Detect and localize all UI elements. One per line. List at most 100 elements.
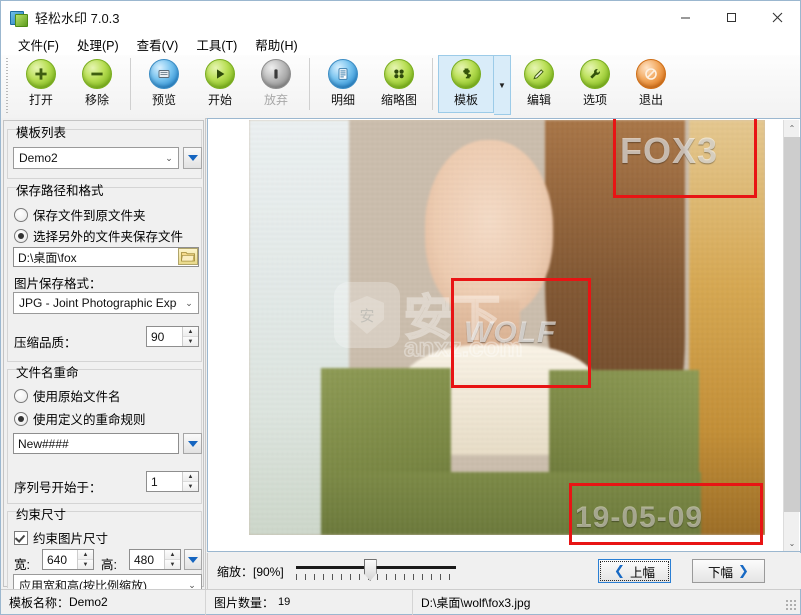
width-stepper[interactable]: 640 ▲ ▼ (42, 549, 94, 570)
toolbar-group-misc: 编辑 选项 退出 (511, 55, 679, 115)
window-controls (662, 1, 800, 33)
next-image-button[interactable]: 下幅 ❯ (692, 559, 765, 583)
radio-use-custom-rule[interactable]: 使用定义的重命规则 (14, 409, 146, 428)
scroll-down-icon[interactable]: ⌄ (784, 535, 800, 551)
toolbar-separator-3 (432, 58, 433, 110)
annotation-box-wolf (451, 278, 591, 388)
quality-stepper[interactable]: 90 ▲ ▼ (146, 326, 199, 347)
menu-process[interactable]: 处理(P) (68, 33, 128, 56)
toolbar-start-label: 开始 (207, 93, 232, 107)
radio-dot-icon (14, 411, 28, 426)
group-template-list-title: 模板列表 (16, 126, 67, 140)
toolbar-separator-1 (130, 58, 131, 110)
toolbar-abort-label: 放弃 (263, 93, 288, 107)
triangle-down-icon (188, 556, 198, 563)
toolbar-abort: 放弃 (248, 55, 304, 113)
radio-save-other-folder-label: 选择另外的文件夹保存文件 (33, 230, 184, 244)
toolbar-preview[interactable]: 预览 (136, 55, 192, 113)
stepper-up-icon[interactable]: ▲ (78, 550, 93, 560)
triangle-down-icon (187, 440, 198, 447)
format-label: 图片保存格式： (14, 277, 102, 291)
stepper-arrows[interactable]: ▲ ▼ (182, 327, 198, 346)
toolbar-details[interactable]: 明细 (315, 55, 371, 113)
zoom-slider-ticks (295, 574, 456, 580)
stepper-up-icon[interactable]: ▲ (165, 550, 180, 560)
stepper-arrows[interactable]: ▲ ▼ (77, 550, 93, 569)
toolbar-template-label: 模板 (453, 93, 478, 107)
toolbar-group-view: 明细 缩略图 (315, 55, 427, 115)
prev-image-button[interactable]: ❮ 上幅 (598, 559, 671, 583)
status-count-value: 19 (278, 596, 291, 608)
toolbar-thumbnails[interactable]: 缩略图 (371, 55, 427, 113)
chevron-down-icon[interactable]: ▼ (494, 55, 511, 115)
menu-file[interactable]: 文件(F) (9, 33, 68, 56)
template-dropdown-button[interactable] (183, 147, 202, 169)
rename-pattern-dropdown-button[interactable] (183, 433, 202, 454)
stop-circle-icon (261, 59, 291, 89)
title-bar: 轻松水印 7.0.3 (1, 1, 800, 33)
maximize-icon[interactable] (708, 1, 754, 33)
size-preset-dropdown-button[interactable] (184, 549, 202, 570)
wrench-circle-icon (580, 59, 610, 89)
toolbar-start[interactable]: 开始 (192, 55, 248, 113)
format-select[interactable]: JPG - Joint Photographic Experts ⌄ (13, 292, 199, 314)
radio-use-custom-rule-label: 使用定义的重命规则 (33, 413, 146, 427)
toolbar-open[interactable]: 打开 (13, 55, 69, 113)
checkbox-icon (14, 530, 28, 545)
stepper-down-icon[interactable]: ▼ (183, 337, 198, 346)
radio-use-original-name[interactable]: 使用原始文件名 (14, 386, 121, 405)
toolbar-remove-label: 移除 (84, 93, 109, 107)
chevron-down-icon: ⌄ (165, 152, 173, 163)
shield-glyph: 安 (350, 296, 384, 334)
toolbar-exit[interactable]: 退出 (623, 55, 679, 113)
folder-icon[interactable] (178, 248, 198, 265)
exit-circle-icon (636, 59, 666, 89)
stepper-down-icon[interactable]: ▼ (78, 560, 93, 569)
stepper-down-icon[interactable]: ▼ (165, 560, 180, 569)
stepper-down-icon[interactable]: ▼ (183, 482, 198, 491)
stepper-up-icon[interactable]: ▲ (183, 327, 198, 337)
radio-save-original-folder[interactable]: 保存文件到原文件夹 (14, 205, 146, 224)
toolbar-grip[interactable] (4, 58, 11, 113)
template-select[interactable]: Demo2 ⌄ (13, 147, 179, 169)
status-count: 图片数量： 19 (206, 589, 413, 615)
menu-tools[interactable]: 工具(T) (187, 33, 246, 56)
constrain-size-checkbox-label: 约束图片尺寸 (33, 532, 109, 546)
serial-start-stepper[interactable]: 1 ▲ ▼ (146, 471, 199, 492)
radio-save-other-folder[interactable]: 选择另外的文件夹保存文件 (14, 226, 183, 245)
zoom-toolbar: 缩放：[90%] ❮ 上幅 下幅 ❯ (207, 553, 801, 589)
scroll-up-icon[interactable]: ⌃ (784, 120, 800, 137)
minimize-icon[interactable] (662, 1, 708, 33)
status-count-label: 图片数量： (214, 595, 275, 610)
toolbar-edit[interactable]: 编辑 (511, 55, 567, 113)
constrain-size-checkbox[interactable]: 约束图片尺寸 (14, 528, 108, 547)
details-list-icon (328, 59, 358, 89)
toolbar-template[interactable]: 模板 (438, 55, 494, 113)
format-select-value: JPG - Joint Photographic Experts (19, 296, 177, 310)
stepper-arrows[interactable]: ▲ ▼ (164, 550, 180, 569)
image-preview-area[interactable]: FOX3 WOLF 19-05-09 安 安下 anxz.com ⌃ ⌄ (207, 118, 801, 552)
toolbar-options[interactable]: 选项 (567, 55, 623, 113)
height-stepper[interactable]: 480 ▲ ▼ (129, 549, 181, 570)
menu-view[interactable]: 查看(V) (128, 33, 188, 56)
zoom-slider[interactable] (295, 558, 456, 584)
menu-help[interactable]: 帮助(H) (246, 33, 306, 56)
rename-pattern-input[interactable]: New#### (13, 433, 179, 454)
app-logo-icon (10, 8, 28, 27)
status-template: 模板名称： Demo2 (1, 589, 206, 615)
rename-pattern-value: New#### (18, 436, 69, 451)
toolbar-remove[interactable]: 移除 (69, 55, 125, 113)
radio-use-original-name-label: 使用原始文件名 (33, 390, 121, 404)
serial-start-label: 序列号开始于： (14, 481, 102, 495)
preview-vertical-scrollbar[interactable]: ⌃ ⌄ (783, 120, 800, 551)
resize-grip[interactable] (785, 599, 797, 611)
stepper-up-icon[interactable]: ▲ (183, 472, 198, 482)
serial-start-value: 1 (151, 474, 158, 489)
save-path-input[interactable]: D:\桌面\fox (13, 247, 199, 267)
close-icon[interactable] (754, 1, 800, 33)
toolbar-details-label: 明细 (330, 93, 355, 107)
stepper-arrows[interactable]: ▲ ▼ (182, 472, 198, 491)
zoom-label: 缩放：[90%] (217, 564, 284, 579)
scrollbar-thumb[interactable] (784, 137, 800, 512)
height-value: 480 (134, 552, 155, 567)
